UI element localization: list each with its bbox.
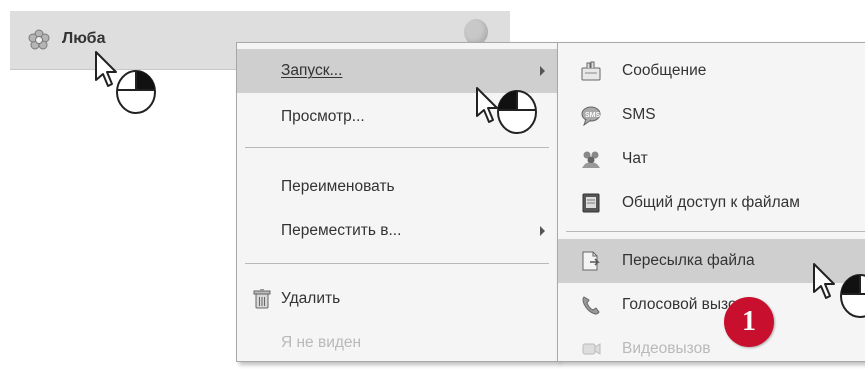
menu-item-delete[interactable]: Удалить xyxy=(237,277,557,321)
pointer-cursor-icon xyxy=(475,86,545,150)
page-caption xyxy=(190,0,650,9)
pointer-cursor-icon xyxy=(812,262,865,354)
submenu-item-message[interactable]: Сообщение xyxy=(558,49,865,93)
submenu-arrow-icon xyxy=(540,66,545,76)
chat-icon xyxy=(582,151,600,168)
menu-item-label: Запуск... xyxy=(281,62,343,79)
message-icon xyxy=(581,61,601,81)
menu-separator xyxy=(245,263,549,264)
menu-separator xyxy=(566,231,865,232)
trash-icon xyxy=(253,289,271,309)
contact-name: Люба xyxy=(62,30,106,47)
submenu-arrow-icon xyxy=(540,226,545,236)
submenu-item-shared-files[interactable]: Общий доступ к файлам xyxy=(558,181,865,225)
submenu-item-chat[interactable]: Чат xyxy=(558,137,865,181)
menu-item-invisible: Я не виден xyxy=(237,321,557,365)
submenu-item-label: Пересылка файла xyxy=(622,252,755,269)
sms-icon: SMS xyxy=(581,106,601,126)
file-transfer-icon xyxy=(582,251,600,271)
video-call-icon xyxy=(582,343,601,355)
submenu-item-label: Видеовызов xyxy=(622,340,711,357)
submenu-item-label: SMS xyxy=(622,106,656,123)
submenu-item-sms[interactable]: SMS SMS xyxy=(558,93,865,137)
menu-item-rename[interactable]: Переименовать xyxy=(237,165,557,209)
menu-item-label: Просмотр... xyxy=(281,108,365,125)
menu-item-label: Удалить xyxy=(281,290,341,307)
menu-item-label: Я не виден xyxy=(281,334,362,351)
contact-status-flower-icon xyxy=(28,29,50,50)
submenu-item-label: Сообщение xyxy=(622,62,707,79)
step-number-badge: 1 xyxy=(724,297,774,347)
menu-item-label: Переместить в... xyxy=(281,222,402,239)
svg-text:SMS: SMS xyxy=(585,112,601,119)
menu-item-move-to[interactable]: Переместить в... xyxy=(237,209,557,253)
submenu-item-label: Общий доступ к файлам xyxy=(622,194,800,211)
shared-files-icon xyxy=(582,193,600,213)
phone-icon xyxy=(582,296,600,315)
submenu-item-label: Чат xyxy=(622,150,648,167)
pointer-cursor-icon xyxy=(94,50,164,114)
menu-item-label: Переименовать xyxy=(281,178,395,195)
